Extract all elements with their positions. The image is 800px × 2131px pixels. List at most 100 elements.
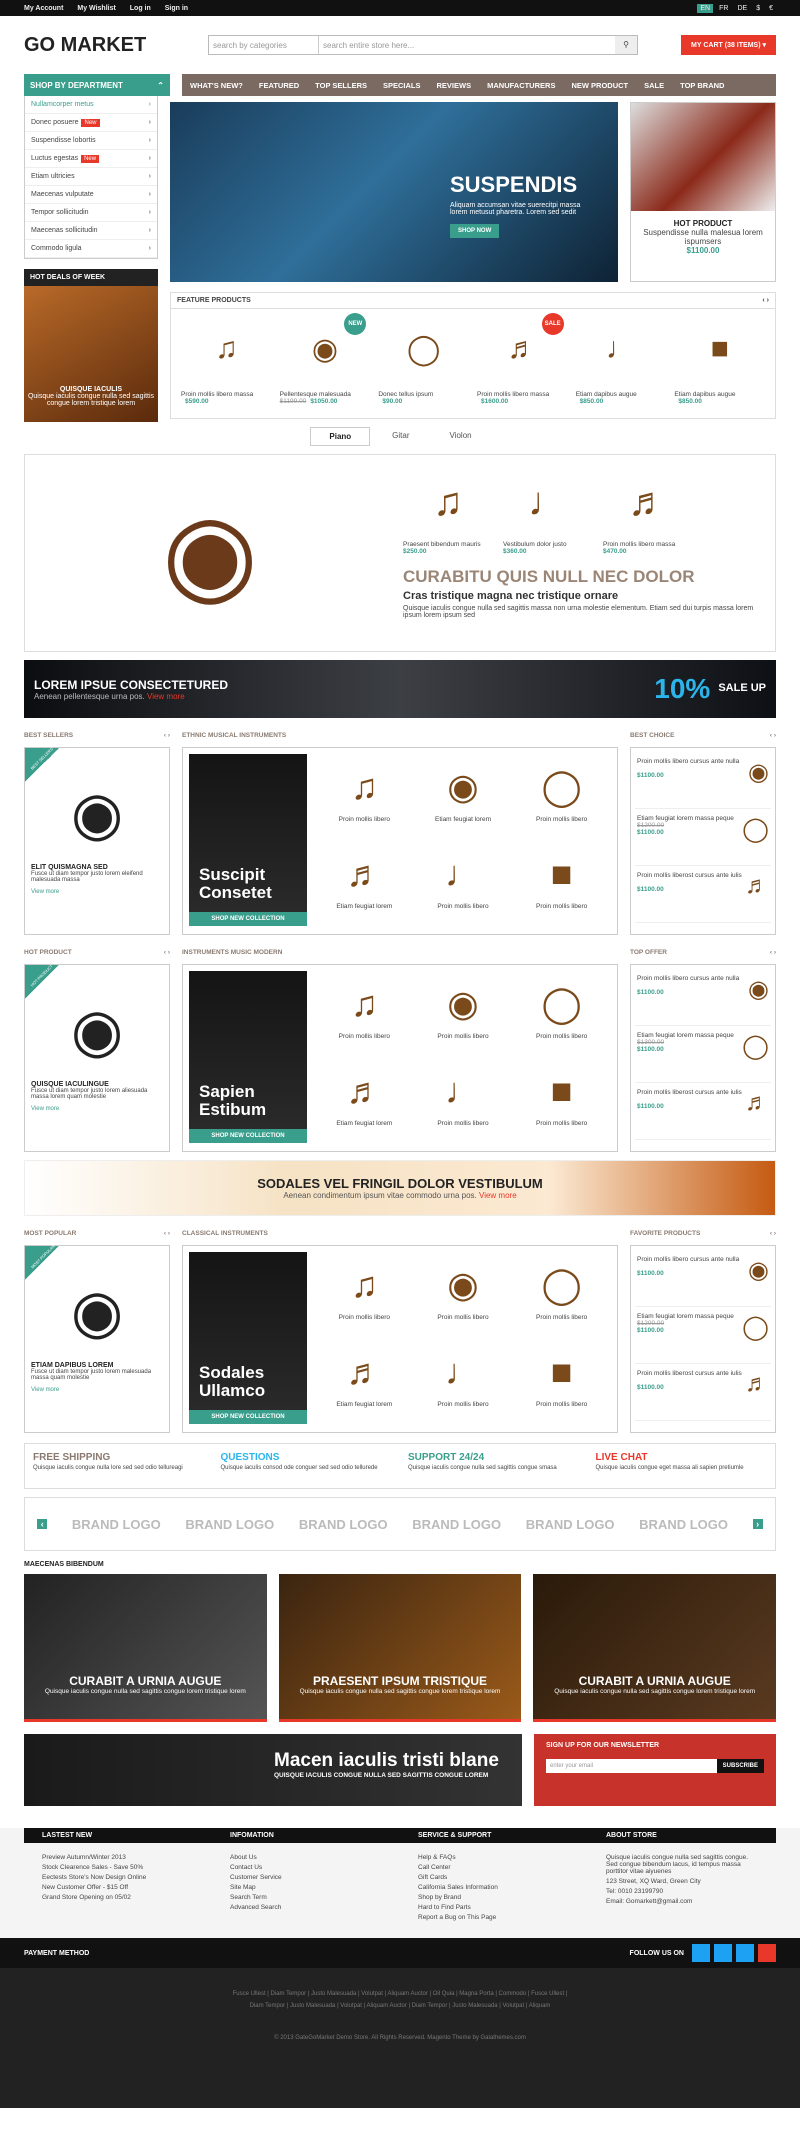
- carousel-arrows-icon[interactable]: ‹ ›: [762, 297, 769, 304]
- grid-product[interactable]: ♬ Etiam feugiat lorem: [315, 1339, 414, 1426]
- grid-product[interactable]: ■ Proin mollis libero: [512, 841, 611, 928]
- wishlist-link[interactable]: My Wishlist: [77, 5, 115, 12]
- grid-product[interactable]: ■ Proin mollis libero: [512, 1339, 611, 1426]
- side-product[interactable]: Proin mollis libero cursus ante nulla $11…: [635, 1250, 771, 1307]
- shop-by-department-button[interactable]: SHOP BY DEPARTMENT ⌃: [24, 74, 170, 96]
- featured-product[interactable]: NEW ◉ Pellentesque malesuada $1199.00 $1050.…: [276, 313, 375, 405]
- menu-top-brand[interactable]: TOP BRAND: [672, 74, 732, 96]
- side-product[interactable]: Proin mollis liberost cursus ante iulis $…: [635, 1364, 771, 1421]
- grid-product[interactable]: ◯ Proin mollis libero: [512, 1252, 611, 1339]
- subscribe-button[interactable]: SUBSCRIBE: [716, 1759, 764, 1773]
- lang-fr[interactable]: FR: [716, 4, 731, 13]
- lang-de[interactable]: DE: [734, 4, 750, 13]
- category-select[interactable]: search by categories: [209, 36, 319, 54]
- footer-link[interactable]: Preview Autumn/Winter 2013: [42, 1854, 194, 1861]
- side-product[interactable]: Proin mollis liberost cursus ante iulis $…: [635, 866, 771, 923]
- grid-product[interactable]: ♩ Proin mollis libero: [414, 841, 513, 928]
- rss-icon[interactable]: [758, 1944, 776, 1962]
- side-product[interactable]: Proin mollis liberost cursus ante iulis $…: [635, 1083, 771, 1140]
- mini-product[interactable]: ♫ Praesent bibendum mauris $250.00: [403, 463, 493, 556]
- shop-collection-button[interactable]: SHOP NEW COLLECTION: [189, 1410, 307, 1424]
- collection-banner[interactable]: Suscipit Consetet SHOP NEW COLLECTION: [189, 754, 307, 926]
- featured-product[interactable]: SALE ♬ Proin mollis libero massa $1600.00: [473, 313, 572, 405]
- service-item[interactable]: LIVE CHAT Quisque iaculis congue eget mas…: [588, 1444, 776, 1488]
- highlight-product[interactable]: MOST POPULAR ◉ ETIAM DAPIBUS LOREM Fusce…: [24, 1244, 170, 1433]
- tab-piano[interactable]: Piano: [310, 427, 371, 446]
- menu-manufacturers[interactable]: MANUFACTURERS: [479, 74, 563, 96]
- promo-banner-sale[interactable]: LOREM IPSUE CONSECTETURED Aenean pellent…: [24, 660, 776, 718]
- hero-slider[interactable]: SUSPENDIS Aliquam accumsan vitae suereci…: [170, 102, 618, 282]
- brand-logo[interactable]: BRAND LOGO: [185, 1517, 274, 1532]
- next-arrow-icon[interactable]: ›: [752, 1519, 763, 1529]
- newsletter-email-input[interactable]: enter your email: [546, 1759, 717, 1773]
- menu-top-sellers[interactable]: TOP SELLERS: [307, 74, 375, 96]
- my-account-link[interactable]: My Account: [24, 5, 63, 12]
- promo-box[interactable]: CURABIT A URNIA AUGUE Quisque iaculis con…: [533, 1574, 777, 1722]
- dept-item[interactable]: Commodo ligula ›: [25, 240, 157, 258]
- site-logo[interactable]: GO MARKET: [24, 34, 184, 57]
- footer-link[interactable]: Site Map: [230, 1884, 382, 1891]
- grid-product[interactable]: ♩ Proin mollis libero: [414, 1058, 513, 1145]
- footer-link[interactable]: About Us: [230, 1854, 382, 1861]
- view-more-link[interactable]: View more: [31, 1106, 163, 1112]
- footer-link[interactable]: Customer Service: [230, 1874, 382, 1881]
- highlight-product[interactable]: BEST SELLERS ◉ ELIT QUISMAGNA SED Fusce …: [24, 746, 170, 935]
- carousel-arrows-icon[interactable]: ‹ ›: [164, 949, 170, 959]
- signin-link[interactable]: Sign in: [165, 5, 188, 12]
- saxophone-banner[interactable]: Macen iaculis tristi blane QUISQUE IACUL…: [24, 1734, 522, 1806]
- search-icon[interactable]: ⚲: [615, 36, 637, 54]
- service-item[interactable]: FREE SHIPPING Quisque iaculis congue null…: [25, 1444, 213, 1488]
- tab-gitar[interactable]: Gitar: [374, 427, 427, 446]
- grid-product[interactable]: ■ Proin mollis libero: [512, 1058, 611, 1145]
- facebook-icon[interactable]: [692, 1944, 710, 1962]
- featured-product[interactable]: ♫ Proin mollis libero massa $590.00: [177, 315, 276, 405]
- dept-item[interactable]: Maecenas vulputate ›: [25, 186, 157, 204]
- login-link[interactable]: Log in: [130, 5, 151, 12]
- dept-item[interactable]: Maecenas sollicitudin ›: [25, 222, 157, 240]
- featured-product[interactable]: ♩ Etiam dapibus augue $850.00: [572, 315, 671, 405]
- carousel-arrows-icon[interactable]: ‹ ›: [770, 949, 776, 959]
- shop-now-button[interactable]: SHOP NOW: [450, 224, 500, 238]
- highlight-product[interactable]: HOT PRODUCT ◉ QUISQUE IACULINGUE Fusce u…: [24, 963, 170, 1152]
- menu-whats-new[interactable]: WHAT'S NEW?: [182, 74, 251, 96]
- brand-logo[interactable]: BRAND LOGO: [639, 1517, 728, 1532]
- carousel-arrows-icon[interactable]: ‹ ›: [164, 1230, 170, 1240]
- featured-product[interactable]: ■ Etiam dapibus augue $850.00: [670, 315, 769, 405]
- grid-product[interactable]: ♫ Proin mollis libero: [315, 1252, 414, 1339]
- footer-links[interactable]: Fusce Ullest | Diam Tempor | Justo Males…: [230, 1988, 570, 2012]
- carousel-arrows-icon[interactable]: ‹ ›: [770, 1230, 776, 1240]
- shop-collection-button[interactable]: SHOP NEW COLLECTION: [189, 1129, 307, 1143]
- carousel-arrows-icon[interactable]: ‹ ›: [164, 732, 170, 742]
- side-product[interactable]: Etiam feugiat lorem massa peque $1200.00 $…: [635, 1307, 771, 1364]
- lang-en[interactable]: EN: [697, 3, 714, 13]
- twitter-icon[interactable]: [714, 1944, 732, 1962]
- footer-link[interactable]: Help & FAQs: [418, 1854, 570, 1861]
- dept-item[interactable]: Nullamcorper metus ›: [25, 96, 157, 114]
- dept-item[interactable]: Tempor sollicitudin ›: [25, 204, 157, 222]
- cart-button[interactable]: MY CART (38 ITEMS) ▾: [681, 35, 776, 55]
- drum-kit-image[interactable]: ◉: [25, 455, 395, 651]
- promo-banner-violin[interactable]: SODALES VEL FRINGIL DOLOR VESTIBULUM Aen…: [24, 1160, 776, 1216]
- menu-sale[interactable]: SALE: [636, 74, 672, 96]
- view-more-link[interactable]: View more: [479, 1191, 517, 1200]
- side-product[interactable]: Proin mollis libero cursus ante nulla $11…: [635, 969, 771, 1026]
- hot-deal-image[interactable]: QUISQUE IACULIS Quisque iaculis congue n…: [24, 286, 158, 422]
- footer-link[interactable]: Eectests Store's Now Design Online: [42, 1874, 194, 1881]
- side-product[interactable]: Etiam feugiat lorem massa peque $1300.00 $…: [635, 1026, 771, 1083]
- tab-violon[interactable]: Violon: [432, 427, 490, 446]
- promo-box[interactable]: CURABIT A URNIA AUGUE Quisque iaculis con…: [24, 1574, 267, 1722]
- brand-logo[interactable]: BRAND LOGO: [72, 1517, 161, 1532]
- footer-link[interactable]: Advanced Search: [230, 1904, 382, 1911]
- service-item[interactable]: SUPPORT 24/24 Quisque iaculis congue null…: [400, 1444, 588, 1488]
- grid-product[interactable]: ♩ Proin mollis libero: [414, 1339, 513, 1426]
- hot-product-card[interactable]: HOT PRODUCT Suspendisse nulla malesua lo…: [630, 102, 776, 282]
- promo-box[interactable]: PRAESENT IPSUM TRISTIQUE Quisque iaculis …: [278, 1574, 522, 1722]
- footer-link[interactable]: Contact Us: [230, 1864, 382, 1871]
- grid-product[interactable]: ◉ Etiam feugiat lorem: [414, 754, 513, 841]
- menu-specials[interactable]: SPECIALS: [375, 74, 429, 96]
- grid-product[interactable]: ◉ Proin mollis libero: [414, 1252, 513, 1339]
- grid-product[interactable]: ♬ Etiam feugiat lorem: [315, 841, 414, 928]
- grid-product[interactable]: ♬ Etiam feugiat lorem: [315, 1058, 414, 1145]
- search-input[interactable]: search entire store here...: [319, 36, 615, 54]
- footer-link[interactable]: California Sales Information: [418, 1884, 570, 1891]
